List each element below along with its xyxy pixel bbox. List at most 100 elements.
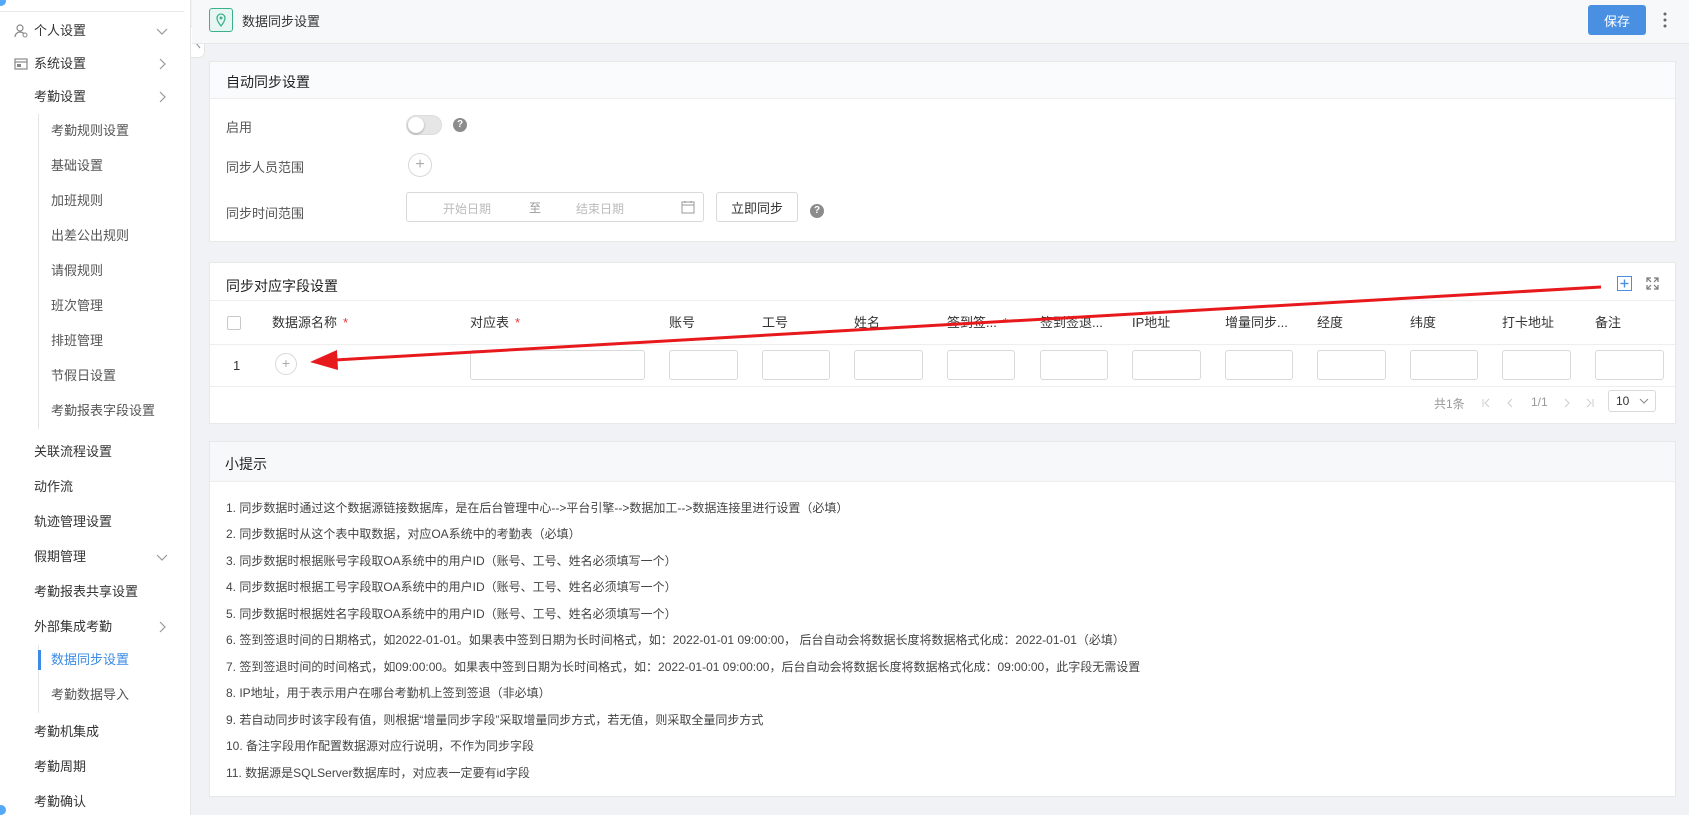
sidebar-item-vacation-management[interactable]: 假期管理 (0, 542, 190, 572)
save-button[interactable]: 保存 (1588, 5, 1646, 35)
sidebar-top-divider (0, 0, 184, 12)
add-range-button[interactable]: + (408, 153, 432, 177)
select-datasource-button[interactable]: + (275, 353, 297, 375)
sidebar-item-report-fields[interactable]: 考勤报表字段设置 (0, 396, 190, 426)
tip-line: 6. 签到签退时间的日期格式，如2022-01-01。如果表中签到日期为长时间格… (226, 633, 1125, 647)
sidebar-item-personal-settings[interactable]: 个人设置 (0, 16, 190, 46)
first-page-icon[interactable] (1481, 398, 1491, 408)
sidebar-item-label: 轨迹管理设置 (34, 514, 113, 529)
enable-label: 启用 (226, 120, 253, 135)
sidebar-item-label: 动作流 (34, 479, 74, 494)
panel-header (210, 442, 1675, 482)
end-date-input[interactable]: 结束日期 (576, 200, 624, 217)
tip-line: 9. 若自动同步时该字段有值，则根据“增量同步字段”采取增量同步方式，若无值，则… (226, 713, 764, 727)
sidebar-item-attendance-period[interactable]: 考勤周期 (0, 752, 190, 782)
required-mark: * (1002, 315, 1008, 330)
pager-total: 共1条 (1434, 397, 1465, 411)
sidebar-item-label: 考勤规则设置 (51, 123, 130, 138)
sidebar-item-label: 关联流程设置 (34, 444, 113, 459)
next-page-icon[interactable] (1562, 398, 1572, 408)
sidebar-item-basic-settings[interactable]: 基础设置 (0, 151, 190, 181)
sidebar-item-schedule-management[interactable]: 排班管理 (0, 326, 190, 356)
tip-line: 8. IP地址，用于表示用户在哪台考勤机上签到签退（非必填） (226, 686, 551, 700)
date-separator: 至 (529, 201, 542, 215)
toggle-knob (408, 117, 424, 133)
sidebar-item-business-trip-rules[interactable]: 出差公出规则 (0, 221, 190, 251)
sidebar-item-action-flow[interactable]: 动作流 (0, 472, 190, 502)
column-header-longitude: 经度 (1317, 315, 1344, 330)
sidebar-item-label: 出差公出规则 (51, 228, 130, 243)
date-range-picker[interactable]: 开始日期 至 结束日期 (406, 192, 704, 222)
sidebar-item-external-integration[interactable]: 外部集成考勤 (0, 612, 190, 642)
sidebar-item-track-settings[interactable]: 轨迹管理设置 (0, 507, 190, 537)
sidebar-item-label: 考勤数据导入 (51, 687, 130, 702)
sidebar-item-attendance-confirm[interactable]: 考勤确认 (0, 787, 190, 815)
ip-input-field[interactable] (1132, 350, 1201, 380)
sidebar: 个人设置 系统设置 考勤设置 考勤规则设置 基础设置 加班规则 出差公出规则 请… (0, 0, 191, 815)
add-row-icon[interactable] (1617, 276, 1632, 291)
start-date-input[interactable]: 开始日期 (443, 200, 491, 217)
table-divider (210, 344, 1675, 345)
sidebar-item-label: 个人设置 (34, 23, 87, 38)
table-divider (210, 300, 1675, 301)
select-all-checkbox[interactable] (227, 316, 241, 330)
sidebar-item-leave-rules[interactable]: 请假规则 (0, 256, 190, 286)
help-icon[interactable]: ? (810, 204, 824, 218)
chevron-down-icon (156, 28, 168, 35)
enable-toggle[interactable] (406, 115, 442, 135)
tips-panel: 小提示 1. 同步数据时通过这个数据源链接数据库，是在后台管理中心-->平台引擎… (209, 441, 1676, 797)
sidebar-item-label: 班次管理 (51, 298, 104, 313)
column-header-employee-id: 工号 (762, 315, 789, 330)
column-header-label: 对应表 (470, 315, 510, 330)
remark-input-field[interactable] (1595, 350, 1664, 380)
sidebar-item-label: 数据同步设置 (51, 652, 130, 667)
sidebar-item-data-import[interactable]: 考勤数据导入 (0, 680, 190, 710)
field-mapping-panel: 同步对应字段设置 数据源名称 * 对应表 * 账号 工号 姓名 签到签... * 签到… (209, 262, 1676, 424)
column-header-account: 账号 (669, 315, 696, 330)
prev-page-icon[interactable] (1505, 398, 1515, 408)
page-size-value: 10 (1616, 394, 1630, 408)
account-input-field[interactable] (669, 350, 738, 380)
sync-now-button[interactable]: 立即同步 (716, 192, 798, 222)
table-divider (210, 386, 1675, 387)
last-page-icon[interactable] (1585, 398, 1595, 408)
page-header: 数据同步设置 保存 (192, 0, 1689, 44)
more-vertical-icon[interactable] (1660, 11, 1670, 29)
user-settings-icon (14, 24, 28, 38)
sidebar-item-label: 排班管理 (51, 333, 104, 348)
sidebar-item-shift-management[interactable]: 班次管理 (0, 291, 190, 321)
sidebar-item-overtime-rules[interactable]: 加班规则 (0, 186, 190, 216)
chevron-right-icon (159, 91, 166, 103)
sidebar-item-label: 基础设置 (51, 158, 104, 173)
help-icon[interactable]: ? (453, 118, 467, 132)
column-header-table: 对应表 * (470, 312, 520, 331)
column-header-name: 姓名 (854, 315, 881, 330)
checkin-date-input-field[interactable] (947, 350, 1015, 380)
table-input-field[interactable] (470, 350, 645, 380)
tip-line: 7. 签到签退时间的时间格式，如09:00:00。如果表中签到日期为长时间格式，… (226, 660, 1141, 674)
sidebar-item-workflow-settings[interactable]: 关联流程设置 (0, 437, 190, 467)
employee-id-input-field[interactable] (762, 350, 830, 380)
page-size-select[interactable]: 10 (1608, 390, 1656, 412)
sidebar-item-label: 外部集成考勤 (34, 619, 113, 634)
sidebar-item-holiday-settings[interactable]: 节假日设置 (0, 361, 190, 391)
row-index: 1 (233, 358, 241, 373)
sidebar-item-system-settings[interactable]: 系统设置 (0, 49, 190, 79)
latitude-input-field[interactable] (1410, 350, 1478, 380)
sidebar-item-attendance-rules[interactable]: 考勤规则设置 (0, 116, 190, 146)
name-input-field[interactable] (854, 350, 923, 380)
sidebar-item-report-sharing[interactable]: 考勤报表共享设置 (0, 577, 190, 607)
tip-line: 11. 数据源是SQLServer数据库时，对应表一定要有id字段 (226, 766, 530, 780)
address-input-field[interactable] (1502, 350, 1571, 380)
fullscreen-icon[interactable] (1646, 277, 1659, 290)
location-pin-icon (209, 8, 233, 32)
sidebar-item-label: 假期管理 (34, 549, 87, 564)
sidebar-item-device-integration[interactable]: 考勤机集成 (0, 717, 190, 747)
incremental-input-field[interactable] (1225, 350, 1293, 380)
column-header-datasource: 数据源名称 * (272, 312, 348, 331)
auto-sync-panel: 自动同步设置 启用 ? 同步人员范围 + 同步时间范围 开始日期 至 结束日期 … (209, 61, 1676, 242)
sidebar-item-data-sync[interactable]: 数据同步设置 (0, 645, 190, 675)
sidebar-item-attendance-settings[interactable]: 考勤设置 (0, 82, 190, 112)
checkin-time-input-field[interactable] (1040, 350, 1108, 380)
longitude-input-field[interactable] (1317, 350, 1386, 380)
